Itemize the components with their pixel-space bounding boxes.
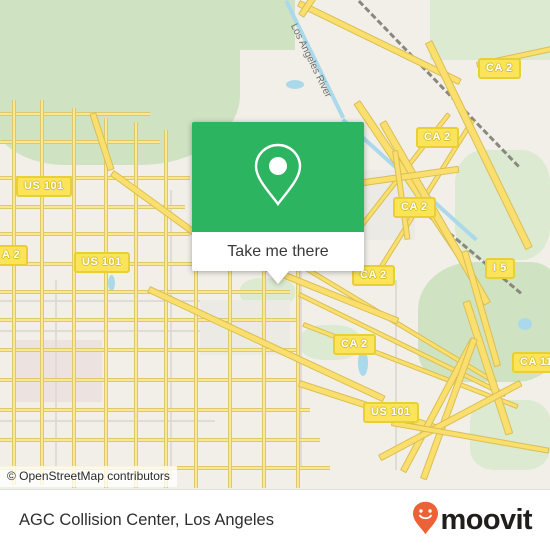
water-pond-left: [108, 275, 115, 291]
place-title: AGC Collision Center, Los Angeles: [19, 510, 274, 529]
shield-ca-2-top-right: CA 2: [478, 58, 521, 79]
park-area-top-mid: [225, 0, 295, 50]
water-pond-right: [518, 318, 532, 330]
shield-us-101-bottom: US 101: [363, 402, 419, 423]
park-area-right-mid: [455, 150, 550, 260]
popup-cta-label: Take me there: [227, 242, 329, 260]
shield-i-5: I 5: [485, 258, 515, 279]
street-horizontal: [0, 438, 320, 442]
minor-street: [395, 280, 397, 470]
shield-ca-2-mid-right: CA 2: [393, 197, 436, 218]
shield-ca-2-left-edge: A 2: [0, 245, 29, 266]
shield-ca-2-lower: CA 2: [333, 334, 376, 355]
street-vertical: [228, 262, 232, 488]
popup-image-area: [192, 122, 364, 232]
street-vertical: [262, 262, 266, 488]
street-vertical: [12, 100, 16, 485]
footer-bar: AGC Collision Center, Los Angeles moovit: [0, 489, 550, 550]
shield-us-101-upper-left: US 101: [16, 176, 72, 197]
street-vertical: [72, 108, 76, 488]
moovit-smiley-pin-icon: [412, 501, 439, 540]
street-horizontal: [0, 378, 300, 382]
moovit-wordmark: moovit: [440, 503, 533, 536]
street-vertical: [194, 262, 198, 488]
shield-ca-2-upper: CA 2: [416, 127, 459, 148]
shield-us-101-left: US 101: [74, 252, 130, 273]
popup-tail: [267, 271, 289, 284]
map-pin-icon: [250, 141, 306, 214]
street-vertical: [134, 122, 138, 488]
osm-attribution[interactable]: © OpenStreetMap contributors: [0, 466, 177, 487]
street-horizontal: [0, 232, 190, 236]
street-horizontal: [0, 318, 300, 322]
street-horizontal: [0, 348, 300, 352]
popup-cta[interactable]: Take me there: [192, 232, 364, 284]
street-vertical: [40, 100, 44, 485]
street-vertical: [164, 130, 168, 488]
water-reservoir-top: [286, 80, 304, 89]
shield-ca-110: CA 110: [512, 352, 550, 373]
street-vertical: [104, 118, 108, 488]
moovit-logo[interactable]: moovit: [412, 501, 533, 540]
location-popup[interactable]: Take me there: [192, 122, 364, 284]
moovit-map-screenshot: Los Angeles River CA 2 CA 2 CA 2 CA 2 CA 2A …: [0, 0, 550, 550]
map-canvas[interactable]: Los Angeles River CA 2 CA 2 CA 2 CA 2 CA 2A …: [0, 0, 550, 489]
